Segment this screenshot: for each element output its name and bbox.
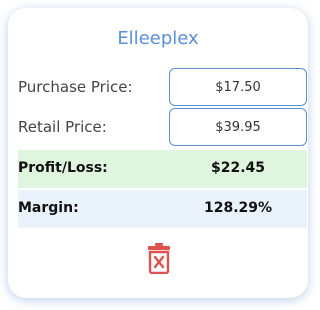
retail-price-label: Retail Price: [18,118,107,136]
trash-icon [148,243,170,275]
retail-price-row: Retail Price: [18,108,307,148]
calculator-card: Elleeplex Purchase Price: Retail Price: … [8,8,308,298]
purchase-price-row: Purchase Price: [18,68,307,108]
purchase-price-label: Purchase Price: [18,78,133,96]
profit-loss-row: Profit/Loss: $22.45 [18,150,307,188]
margin-value: 128.29% [203,200,273,216]
retail-price-input[interactable] [169,108,307,146]
purchase-price-input[interactable] [169,68,307,106]
margin-row: Margin: 128.29% [18,190,307,228]
profit-loss-value: $22.45 [210,160,266,176]
profit-loss-label: Profit/Loss: [18,160,108,176]
clear-button[interactable] [147,242,171,275]
margin-label: Margin: [18,200,79,216]
app-title: Elleeplex [117,28,199,49]
